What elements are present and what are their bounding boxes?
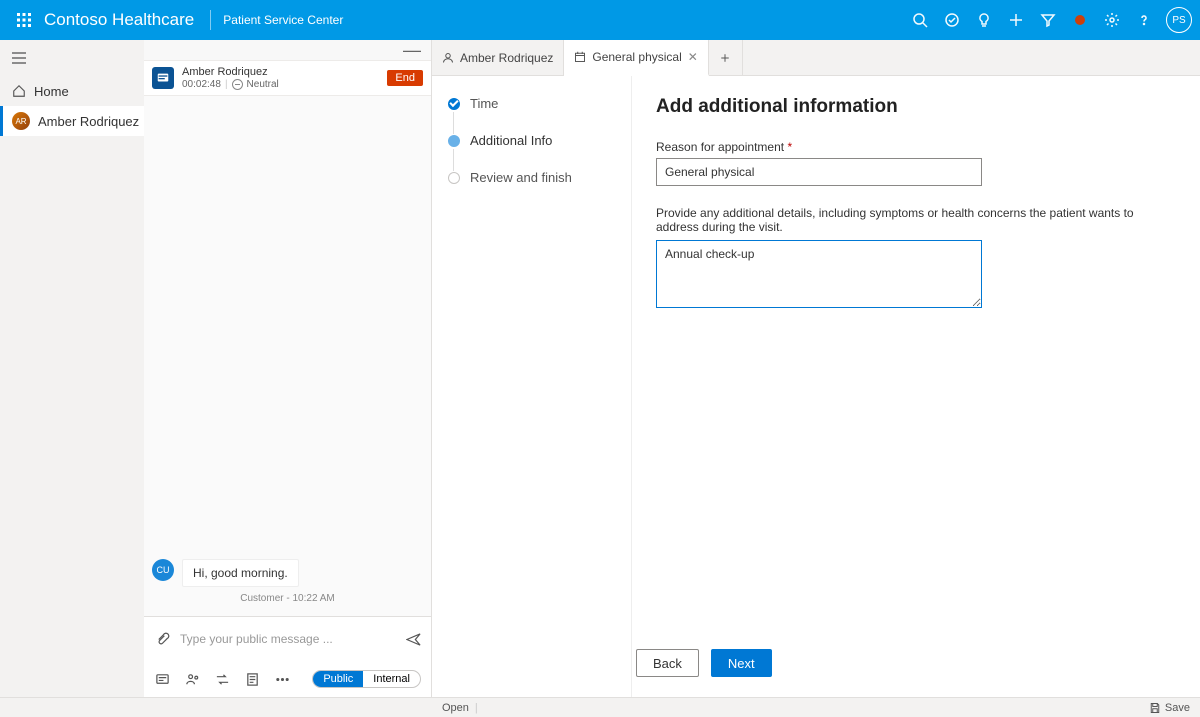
conversation-timer: 00:02:48 [182, 79, 221, 91]
step-list: Time Additional Info Review and finish [432, 76, 632, 697]
lightbulb-icon[interactable] [968, 4, 1000, 36]
compose-input[interactable] [180, 632, 395, 646]
form-title: Add additional information [656, 96, 1176, 118]
quick-reply-icon[interactable] [154, 671, 170, 687]
tab-add[interactable] [709, 40, 743, 75]
back-button[interactable]: Back [636, 649, 699, 677]
left-nav: Home AR Amber Rodriquez [0, 40, 144, 697]
reason-input[interactable] [656, 158, 982, 186]
nav-home[interactable]: Home [0, 76, 144, 106]
consult-icon[interactable] [184, 671, 200, 687]
conversation-name: Amber Rodriquez [182, 66, 379, 79]
send-icon[interactable] [405, 631, 421, 647]
step-done-icon [448, 98, 460, 110]
form-panel: Add additional information Reason for ap… [632, 76, 1200, 697]
message-meta: Customer - 10:22 AM [152, 593, 423, 604]
sentiment-label: Neutral [247, 79, 279, 91]
tab-appointment-label: General physical [592, 50, 681, 64]
step-current-icon [448, 135, 460, 147]
record-icon[interactable] [1064, 4, 1096, 36]
save-button[interactable]: Save [1149, 702, 1190, 714]
plus-icon [719, 52, 731, 64]
session-avatar: AR [12, 112, 30, 130]
help-icon[interactable] [1128, 4, 1160, 36]
details-textarea[interactable] [656, 240, 982, 308]
chat-message: CU Hi, good morning. [152, 559, 423, 587]
reason-label: Reason for appointment * [656, 140, 1176, 154]
attach-icon[interactable] [154, 631, 170, 647]
tab-strip: Amber Rodriquez General physical ✕ [432, 40, 1200, 76]
person-icon [442, 52, 454, 64]
tab-patient[interactable]: Amber Rodriquez [432, 40, 564, 75]
save-icon [1149, 702, 1161, 714]
tab-appointment[interactable]: General physical ✕ [564, 40, 708, 76]
app-launcher-icon[interactable] [8, 4, 40, 36]
calendar-icon [574, 51, 586, 63]
main-panel: Amber Rodriquez General physical ✕ Time … [432, 40, 1200, 697]
home-icon [12, 84, 26, 98]
status-bar: Open | Save [0, 697, 1200, 717]
message-text: Hi, good morning. [182, 559, 299, 587]
toggle-public[interactable]: Public [313, 671, 363, 687]
next-button[interactable]: Next [711, 649, 772, 677]
save-label: Save [1165, 702, 1190, 714]
details-label: Provide any additional details, includin… [656, 206, 1176, 234]
visibility-toggle[interactable]: Public Internal [312, 670, 421, 688]
end-button[interactable]: End [387, 70, 423, 86]
step-additional-label: Additional Info [470, 133, 552, 148]
nav-home-label: Home [34, 84, 69, 99]
app-header: Contoso Healthcare Patient Service Cente… [0, 0, 1200, 40]
more-icon[interactable] [274, 671, 290, 687]
step-additional[interactable]: Additional Info [448, 133, 621, 148]
step-review-label: Review and finish [470, 170, 572, 185]
settings-icon[interactable] [1096, 4, 1128, 36]
status-open: Open [442, 702, 469, 714]
nav-active-label: Amber Rodriquez [38, 114, 139, 129]
sentiment-icon [232, 79, 243, 90]
app-subtitle: Patient Service Center [217, 13, 343, 27]
notes-icon[interactable] [244, 671, 260, 687]
add-icon[interactable] [1000, 4, 1032, 36]
user-avatar[interactable]: PS [1166, 7, 1192, 33]
conversation-header: Amber Rodriquez 00:02:48 | Neutral End [144, 60, 431, 96]
header-divider [210, 10, 211, 30]
channel-icon [152, 67, 174, 89]
nav-collapse-icon[interactable] [0, 40, 144, 76]
transfer-icon[interactable] [214, 671, 230, 687]
search-icon[interactable] [904, 4, 936, 36]
step-pending-icon [448, 172, 460, 184]
chat-body: CU Hi, good morning. Customer - 10:22 AM [144, 96, 431, 616]
conversation-panel: — Amber Rodriquez 00:02:48 | Neutral End… [144, 40, 432, 697]
brand-title: Contoso Healthcare [40, 10, 204, 30]
task-icon[interactable] [936, 4, 968, 36]
step-time-label: Time [470, 96, 498, 111]
message-avatar: CU [152, 559, 174, 581]
compose-area: Public Internal [144, 616, 431, 697]
step-time[interactable]: Time [448, 96, 621, 111]
nav-active-session[interactable]: AR Amber Rodriquez [0, 106, 144, 136]
filter-icon[interactable] [1032, 4, 1064, 36]
toggle-internal[interactable]: Internal [363, 671, 420, 687]
step-review[interactable]: Review and finish [448, 170, 621, 185]
tab-close-icon[interactable]: ✕ [688, 50, 698, 64]
tab-patient-label: Amber Rodriquez [460, 51, 553, 65]
